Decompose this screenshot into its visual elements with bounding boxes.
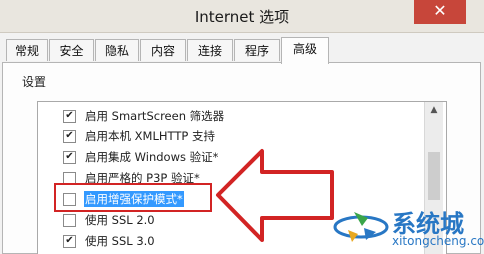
tab-advanced[interactable]: 高级 (281, 37, 329, 64)
watermark: 系统城 xitongcheng.com (330, 200, 484, 254)
watermark-logo-icon (333, 212, 389, 242)
watermark-url: xitongcheng.com (392, 234, 484, 248)
